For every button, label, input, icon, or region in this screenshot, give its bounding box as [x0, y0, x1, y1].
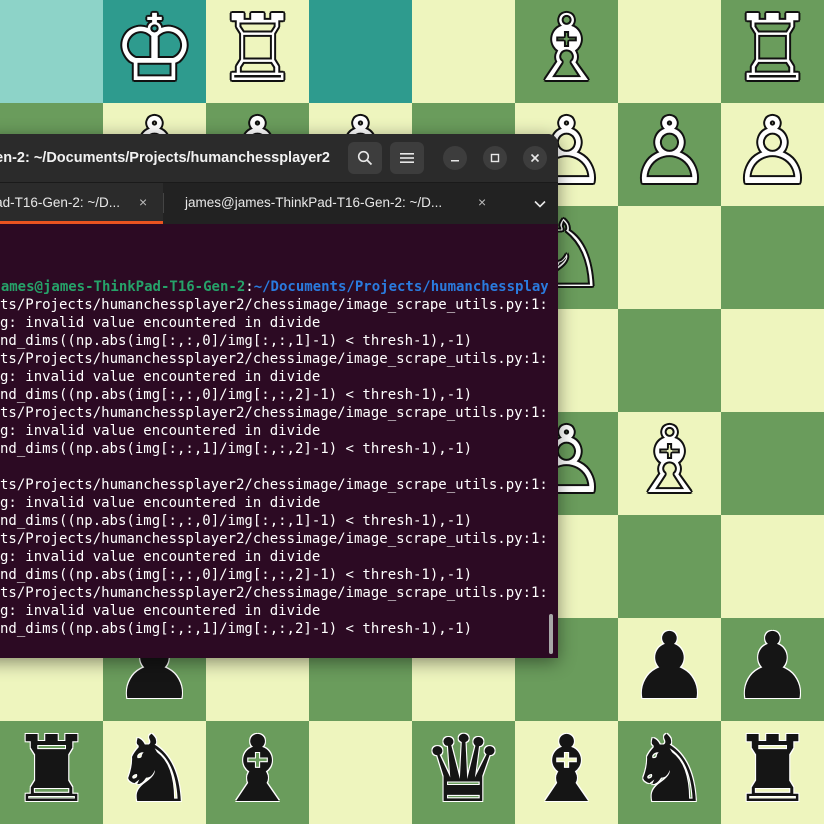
close-icon [530, 153, 540, 163]
board-square[interactable] [618, 206, 721, 309]
minimize-icon [451, 160, 459, 162]
output-line: /home/james/Documents/Projects/humanches… [0, 585, 548, 601]
board-square[interactable]: ♔ [103, 0, 206, 103]
tab-close-icon[interactable]: × [478, 194, 486, 210]
terminal-window[interactable]: james@james-ThinkPad-T16-Gen-2: ~/Docume… [0, 134, 558, 658]
minimize-button[interactable] [443, 146, 467, 170]
tab-close-icon[interactable]: × [139, 194, 147, 210]
tab-bar: james@james-ThinkPad-T16-Gen-2: ~/D... ×… [0, 182, 558, 224]
tab-terminal-1[interactable]: james@james-ThinkPad-T16-Gen-2: ~/D... × [0, 183, 163, 224]
search-icon [357, 150, 373, 166]
board-square[interactable]: ♜ [0, 721, 103, 824]
board-square[interactable]: ♖ [721, 0, 824, 103]
board-square[interactable]: ♞ [103, 721, 206, 824]
board-square[interactable]: ♗ [515, 0, 618, 103]
output-line: /home/james/Documents/Projects/humanches… [0, 531, 548, 547]
white-king[interactable]: ♔ [113, 2, 195, 95]
output-line: /home/james/Documents/Projects/humanches… [0, 477, 548, 493]
white-pawn[interactable]: ♙ [628, 105, 710, 198]
board-square[interactable] [721, 515, 824, 618]
prompt-user: james@james-ThinkPad-T16-Gen-2 [0, 279, 246, 295]
menu-button[interactable] [390, 142, 424, 174]
tab-label: james@james-ThinkPad-T16-Gen-2: ~/D... [185, 195, 443, 210]
white-rook[interactable]: ♖ [216, 2, 298, 95]
white-rook[interactable]: ♖ [731, 2, 813, 95]
board-square[interactable]: ♟ [721, 618, 824, 721]
output-line-wrap: RuntimeWarning: invalid value encountere… [0, 549, 321, 565]
board-square[interactable] [618, 0, 721, 103]
black-knight[interactable]: ♞ [628, 723, 710, 816]
black-bishop[interactable]: ♝ [216, 723, 298, 816]
output-line-wrap: RuntimeWarning: invalid value encountere… [0, 315, 321, 331]
board-square[interactable]: ♗ [618, 412, 721, 515]
terminal-output[interactable]: james@james-ThinkPad-T16-Gen-2:~/Documen… [0, 224, 548, 658]
output-line: mask = np.expand_dims((np.abs(img[:,:,0]… [0, 567, 472, 583]
board-square[interactable] [0, 0, 103, 103]
board-square[interactable]: ♜ [721, 721, 824, 824]
board-square[interactable]: ♝ [206, 721, 309, 824]
board-square[interactable]: ♖ [206, 0, 309, 103]
tab-label: james@james-ThinkPad-T16-Gen-2: ~/D... [0, 195, 120, 210]
output-line-wrap: RuntimeWarning: invalid value encountere… [0, 369, 321, 385]
output-line-wrap: RuntimeWarning: invalid value encountere… [0, 423, 321, 439]
white-bishop[interactable]: ♗ [525, 2, 607, 95]
output-line: /home/james/Documents/Projects/humanches… [0, 297, 548, 313]
output-line: mask = np.expand_dims((np.abs(img[:,:,0]… [0, 333, 472, 349]
terminal-scrollbar[interactable] [549, 614, 553, 654]
board-square[interactable]: ♞ [618, 721, 721, 824]
board-square[interactable]: ♝ [515, 721, 618, 824]
board-square[interactable] [618, 515, 721, 618]
window-title: james@james-ThinkPad-T16-Gen-2: ~/Docume… [0, 150, 330, 166]
maximize-button[interactable] [483, 146, 507, 170]
black-rook[interactable]: ♜ [731, 723, 813, 816]
black-rook[interactable]: ♜ [10, 723, 92, 816]
output-line: mask = np.expand_dims((np.abs(img[:,:,0]… [0, 387, 472, 403]
tabs-dropdown-button[interactable] [528, 192, 552, 216]
board-square[interactable]: ♙ [721, 103, 824, 206]
output-line: mask = np.expand_dims((np.abs(img[:,:,1]… [0, 441, 472, 457]
board-square[interactable] [721, 206, 824, 309]
maximize-icon [490, 153, 500, 163]
board-square[interactable] [309, 0, 412, 103]
prompt-separator: : [245, 279, 254, 295]
board-square[interactable] [309, 721, 412, 824]
white-pawn[interactable]: ♙ [731, 105, 813, 198]
close-button[interactable] [523, 146, 547, 170]
terminal-titlebar[interactable]: james@james-ThinkPad-T16-Gen-2: ~/Docume… [0, 134, 558, 182]
output-line: /home/james/Documents/Projects/humanches… [0, 351, 548, 367]
output-line-wrap: RuntimeWarning: invalid value encountere… [0, 603, 321, 619]
output-line: mask = np.expand_dims((np.abs(img[:,:,0]… [0, 513, 472, 529]
output-line: mask = np.expand_dims((np.abs(img[:,:,1]… [0, 621, 472, 637]
board-square[interactable] [618, 309, 721, 412]
black-bishop[interactable]: ♝ [525, 723, 607, 816]
output-line-wrap: RuntimeWarning: invalid value encountere… [0, 495, 321, 511]
board-square[interactable] [721, 309, 824, 412]
black-queen[interactable]: ♛ [422, 723, 504, 816]
tab-terminal-2[interactable]: james@james-ThinkPad-T16-Gen-2: ~/D... × [163, 183, 503, 224]
output-line: /home/james/Documents/Projects/humanches… [0, 405, 548, 421]
black-knight[interactable]: ♞ [113, 723, 195, 816]
board-square[interactable]: ♙ [618, 103, 721, 206]
chevron-down-icon [534, 200, 546, 208]
hamburger-menu-icon [400, 153, 414, 163]
search-button[interactable] [348, 142, 382, 174]
board-square[interactable] [412, 0, 515, 103]
black-pawn[interactable]: ♟ [731, 620, 813, 713]
prompt-path: ~/Documents/Projects/humanchessplayer2 [253, 279, 548, 295]
black-pawn[interactable]: ♟ [628, 620, 710, 713]
board-square[interactable]: ♛ [412, 721, 515, 824]
board-square[interactable] [721, 412, 824, 515]
board-square[interactable]: ♟ [618, 618, 721, 721]
white-bishop[interactable]: ♗ [628, 414, 710, 507]
